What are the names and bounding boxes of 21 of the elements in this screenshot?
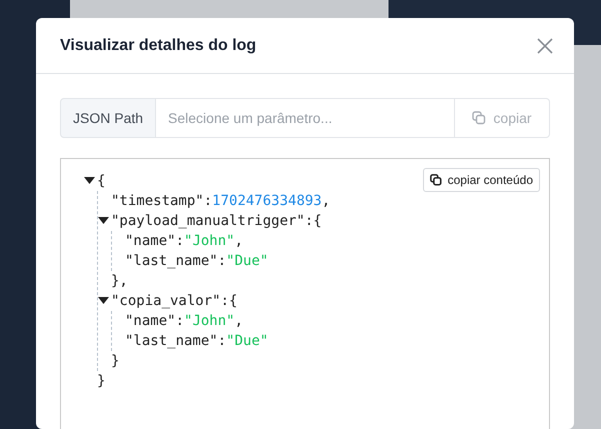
caret-icon[interactable] xyxy=(98,217,109,225)
close-icon[interactable] xyxy=(537,38,553,54)
json-entry: "last_name":"Due" xyxy=(125,333,268,349)
json-brace: }, xyxy=(111,273,128,289)
json-path-label: JSON Path xyxy=(60,98,156,138)
dialog-title: Visualizar detalhes do log xyxy=(60,36,256,54)
caret-icon[interactable] xyxy=(98,297,109,305)
json-key: { xyxy=(97,173,106,189)
json-brace: } xyxy=(111,353,120,369)
json-entry: "name":"John", xyxy=(125,313,244,329)
caret-icon[interactable] xyxy=(84,177,95,185)
json-key: "payload_manualtrigger":{ xyxy=(111,213,322,229)
json-entry: "name":"John", xyxy=(125,233,244,249)
copy-icon xyxy=(430,174,442,186)
copy-content-button[interactable]: copiar conteúdo xyxy=(422,168,540,192)
parameter-input[interactable]: Selecione um parâmetro... xyxy=(156,98,455,138)
json-brace: } xyxy=(97,373,106,389)
copy-icon xyxy=(472,111,486,125)
json-key: "copia_valor":{ xyxy=(111,293,238,309)
json-entry: "last_name":"Due" xyxy=(125,253,268,269)
json-entry: "timestamp":1702476334893, xyxy=(111,193,330,209)
